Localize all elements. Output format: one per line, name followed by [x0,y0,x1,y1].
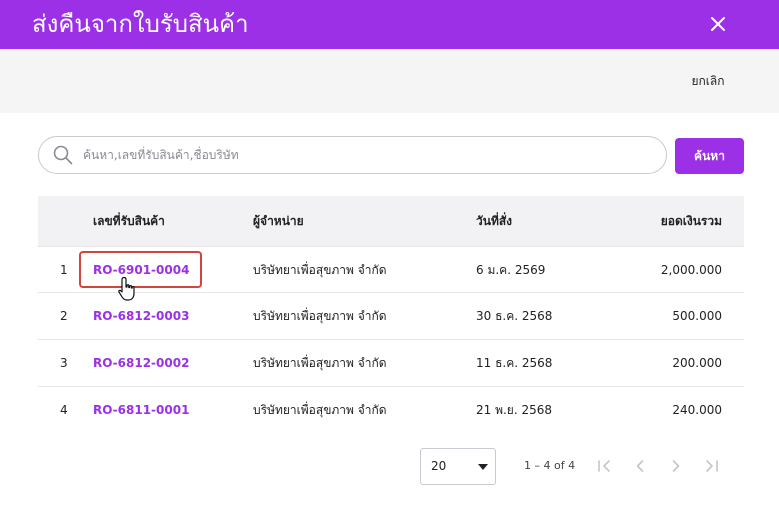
search-box[interactable] [38,136,667,174]
row-index: 1 [60,263,68,277]
close-button[interactable] [706,12,730,36]
receipt-link[interactable]: RO-6901-0004 [93,247,189,293]
date-cell: 21 พ.ย. 2568 [476,403,553,417]
row-index: 2 [60,309,68,323]
vendor-cell: บริษัทยาเพื่อสุขภาพ จำกัด [253,403,387,417]
previous-page-button[interactable] [630,456,650,476]
page-size-value: 20 [431,459,447,473]
dialog-header: ส่งคืนจากใบรับสินค้า [0,0,779,49]
next-page-icon [672,460,680,472]
caret-down-icon [478,464,488,470]
search-button[interactable]: ค้นหา [675,138,744,174]
table-row[interactable]: 1 RO-6901-0004 บริษัทยาเพื่อสุขภาพ จำกัด… [38,246,744,293]
total-cell: 200.000 [672,356,722,370]
table-row[interactable]: 2 RO-6812-0003 บริษัทยาเพื่อสุขภาพ จำกัด… [38,293,744,340]
vendor-cell: บริษัทยาเพื่อสุขภาพ จำกัด [253,356,387,370]
table-row[interactable]: 4 RO-6811-0001 บริษัทยาเพื่อสุขภาพ จำกัด… [38,387,744,434]
total-cell: 240.000 [672,403,722,417]
last-page-icon [706,460,718,472]
receipt-link[interactable]: RO-6812-0002 [93,340,189,386]
receipt-link[interactable]: RO-6811-0001 [93,387,189,433]
table-header: เลขที่รับสินค้า ผู้จำหน่าย วันที่สั่ง ยอ… [38,196,744,246]
vendor-cell: บริษัทยาเพื่อสุขภาพ จำกัด [253,309,387,323]
vendor-cell: บริษัทยาเพื่อสุขภาพ จำกัด [253,263,387,277]
column-header-vendor: ผู้จำหน่าย [253,214,304,228]
column-header-order-date: วันที่สั่ง [476,214,513,228]
dialog-title: ส่งคืนจากใบรับสินค้า [32,10,249,38]
receipt-link[interactable]: RO-6812-0003 [93,293,189,339]
table-row[interactable]: 3 RO-6812-0002 บริษัทยาเพื่อสุขภาพ จำกัด… [38,340,744,387]
column-header-receipt-no: เลขที่รับสินค้า [93,214,165,228]
first-page-button[interactable] [594,456,614,476]
cancel-button[interactable]: ยกเลิก [676,69,740,93]
column-header-total: ยอดเงินรวม [660,214,722,228]
previous-page-icon [636,460,644,472]
dialog-toolbar: ยกเลิก [0,49,779,113]
row-index: 3 [60,356,68,370]
page-size-select[interactable]: 20 [420,448,496,485]
search-icon [53,145,73,165]
total-cell: 2,000.000 [660,263,722,277]
close-icon [711,17,725,31]
date-cell: 6 ม.ค. 2569 [476,263,546,277]
date-cell: 30 ธ.ค. 2568 [476,309,553,323]
receipts-table: เลขที่รับสินค้า ผู้จำหน่าย วันที่สั่ง ยอ… [38,196,744,434]
pagination-range: 1 – 4 of 4 [524,459,576,472]
search-input[interactable] [83,137,653,173]
last-page-button[interactable] [702,456,722,476]
first-page-icon [598,460,610,472]
date-cell: 11 ธ.ค. 2568 [476,356,553,370]
row-index: 4 [60,403,68,417]
next-page-button[interactable] [666,456,686,476]
total-cell: 500.000 [672,309,722,323]
